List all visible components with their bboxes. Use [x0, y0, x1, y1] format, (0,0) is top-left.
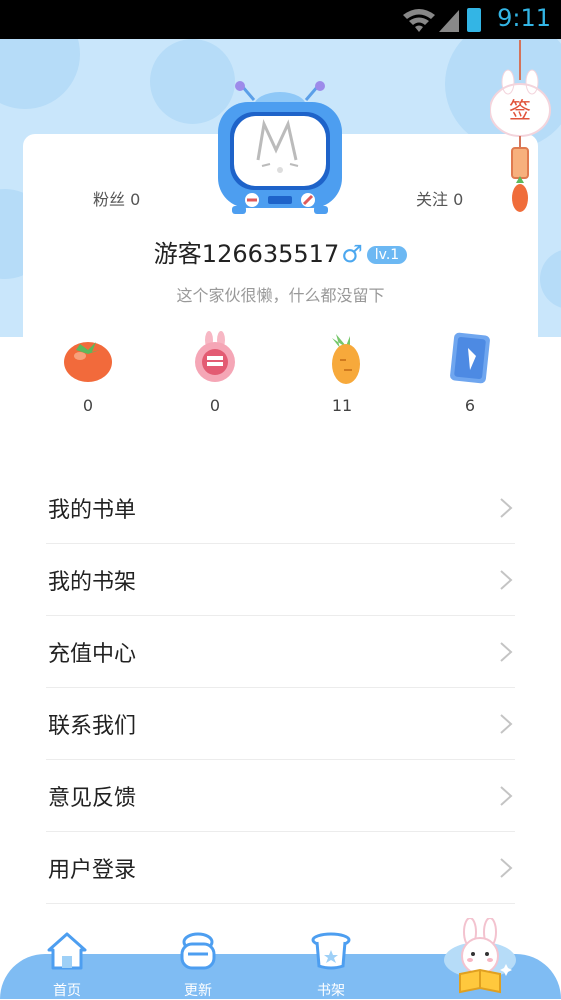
menu-item-contact[interactable]: 联系我们 [46, 688, 515, 760]
tab-bookshelf[interactable]: 书架 [291, 928, 371, 999]
menu-item-feedback[interactable]: 意见反馈 [46, 760, 515, 832]
stat-tomato[interactable]: 0 [48, 330, 128, 415]
follow-count[interactable]: 关注 0 [416, 186, 463, 210]
battery-icon [467, 8, 481, 32]
tab-label: 首页 [53, 983, 81, 999]
avatar[interactable] [212, 80, 348, 216]
bunny-coin-icon [195, 331, 235, 382]
tab-mine[interactable] [440, 917, 520, 1000]
gender-male-icon: ♂ [341, 240, 363, 268]
menu-item-login[interactable]: 用户登录 [46, 832, 515, 904]
bookshelf-icon [311, 932, 351, 970]
menu-item-label: 联系我们 [48, 714, 137, 739]
stat-carrot-card[interactable]: 6 [430, 330, 510, 415]
sign-in-button[interactable]: 签 [490, 40, 554, 220]
stat-value: 11 [331, 396, 353, 415]
stat-bunny-coin[interactable]: 0 [175, 330, 255, 415]
menu-item-recharge[interactable]: 充值中心 [46, 616, 515, 688]
username: 游客126635517 [153, 240, 340, 268]
tv-bunny-avatar-icon [218, 81, 342, 214]
tomato-icon [64, 342, 112, 382]
menu-item-book-list[interactable]: 我的书单 [46, 472, 515, 544]
carrot-charm-icon [512, 184, 528, 212]
stat-value: 0 [209, 396, 221, 415]
carrot-card-icon [450, 332, 490, 384]
status-time: 9:11 [497, 4, 551, 32]
bottom-tab-bar: 首页 更新 书架 [0, 917, 561, 1000]
cell-signal-icon [439, 10, 459, 32]
chevron-right-icon [500, 786, 513, 806]
stat-value: 6 [464, 396, 476, 415]
signal-icons [403, 8, 481, 32]
sign-label: 签 [509, 99, 531, 124]
menu-item-label: 我的书单 [48, 498, 137, 523]
wifi-icon [403, 9, 435, 32]
chevron-right-icon [500, 714, 513, 734]
tab-label: 更新 [184, 983, 212, 999]
stat-carrot[interactable]: 11 [302, 330, 382, 415]
user-bio: 这个家伙很懒，什么都没留下 [176, 286, 385, 305]
bun-icon [180, 932, 216, 970]
menu-item-label: 意见反馈 [48, 786, 137, 811]
username-row: 游客126635517♂ lv.1 [0, 234, 561, 269]
bunny-reading-icon [444, 917, 516, 994]
chevron-right-icon [500, 858, 513, 878]
carrot-icon [332, 334, 360, 384]
house-icon [47, 932, 87, 970]
fans-count[interactable]: 粉丝 0 [93, 186, 140, 210]
chevron-right-icon [500, 642, 513, 662]
chevron-right-icon [500, 498, 513, 518]
menu-item-label: 用户登录 [48, 858, 137, 883]
status-bar: 9:11 [0, 0, 561, 39]
chevron-right-icon [500, 570, 513, 590]
tab-update[interactable]: 更新 [158, 928, 238, 999]
level-badge: lv.1 [366, 246, 408, 264]
menu-item-bookshelf[interactable]: 我的书架 [46, 544, 515, 616]
menu-item-label: 我的书架 [48, 570, 137, 595]
tab-home[interactable]: 首页 [27, 928, 107, 999]
menu-item-label: 充值中心 [48, 642, 137, 667]
menu-list: 我的书单 我的书架 充值中心 联系我们 意见反馈 用户登录 [46, 472, 515, 904]
tab-label: 书架 [317, 983, 345, 999]
stat-value: 0 [82, 396, 94, 415]
